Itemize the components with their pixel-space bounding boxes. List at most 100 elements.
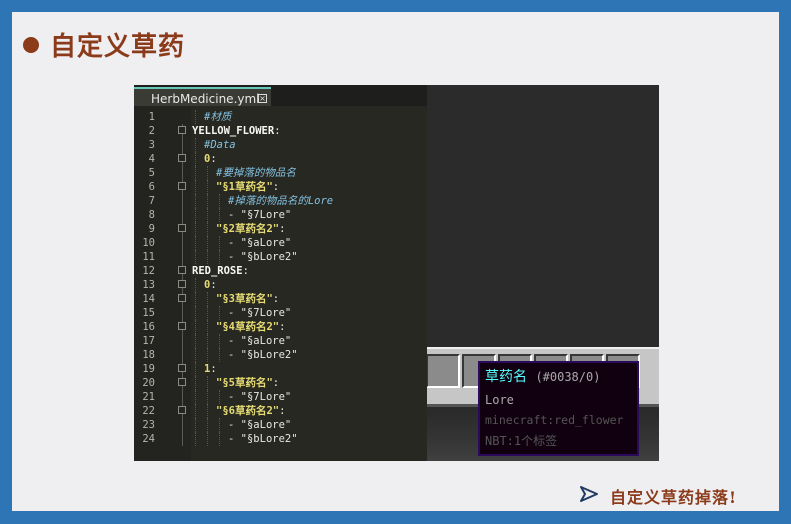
code-line[interactable]: 15 - "§7Lore" bbox=[134, 306, 427, 320]
indent-guide bbox=[195, 180, 197, 194]
indent-guide bbox=[195, 334, 197, 348]
indent-guide bbox=[195, 110, 197, 124]
fold-guide bbox=[182, 432, 183, 446]
indent-guide bbox=[207, 334, 209, 348]
indent-guide bbox=[207, 208, 209, 222]
code-token: : bbox=[272, 377, 280, 389]
code-token: - bbox=[228, 237, 241, 249]
code-token: - bbox=[228, 391, 241, 403]
fold-toggle-icon[interactable] bbox=[178, 294, 186, 302]
code-token: "§aLore" bbox=[240, 419, 292, 431]
code-line[interactable]: 19 1: bbox=[134, 362, 427, 376]
code-line[interactable]: 3 #Data bbox=[134, 138, 427, 152]
fold-toggle-icon[interactable] bbox=[178, 280, 186, 288]
arrow-icon bbox=[580, 486, 598, 502]
line-number: 15 bbox=[142, 307, 155, 319]
indent-guide bbox=[195, 320, 197, 334]
code-text: - "§bLore2" bbox=[228, 250, 298, 264]
code-line[interactable]: 4 0: bbox=[134, 152, 427, 166]
close-icon[interactable]: × bbox=[258, 94, 267, 103]
code-text: - "§aLore" bbox=[228, 418, 291, 432]
indent-guide bbox=[219, 306, 221, 320]
code-token: : bbox=[272, 181, 280, 193]
code-token: : bbox=[242, 265, 249, 277]
code-token: : bbox=[272, 293, 280, 305]
fold-toggle-icon[interactable] bbox=[178, 154, 186, 162]
fold-toggle-icon[interactable] bbox=[178, 406, 186, 414]
code-token: : bbox=[274, 125, 281, 137]
code-line[interactable]: 8 - "§7Lore" bbox=[134, 208, 427, 222]
code-line[interactable]: 18 - "§bLore2" bbox=[134, 348, 427, 362]
indent-guide bbox=[195, 404, 197, 418]
fold-toggle-icon[interactable] bbox=[178, 126, 186, 134]
code-line[interactable]: 17 - "§aLore" bbox=[134, 334, 427, 348]
indent-guide bbox=[207, 432, 209, 446]
fold-toggle-icon[interactable] bbox=[178, 224, 186, 232]
code-text: - "§bLore2" bbox=[228, 348, 298, 362]
indent-guide bbox=[195, 194, 197, 208]
code-token: - bbox=[228, 335, 241, 347]
code-token: "§4草药名2" bbox=[216, 321, 280, 333]
line-number: 21 bbox=[142, 391, 155, 403]
code-token: "§2草药名2" bbox=[216, 223, 280, 235]
fold-toggle-icon[interactable] bbox=[178, 322, 186, 330]
code-token: "§7Lore" bbox=[240, 209, 292, 221]
code-token: : bbox=[210, 279, 217, 291]
code-token: "§aLore" bbox=[240, 335, 292, 347]
code-text: "§4草药名2": bbox=[216, 320, 285, 334]
code-line[interactable]: 22 "§6草药名2": bbox=[134, 404, 427, 418]
indent-guide bbox=[219, 194, 221, 208]
tooltip-nbt: NBT:1个标签 bbox=[485, 434, 558, 448]
fold-toggle-icon[interactable] bbox=[178, 266, 186, 274]
item-tooltip: 草药名 (#0038/0) Lore minecraft:red_flower … bbox=[478, 361, 639, 456]
code-token: "§bLore2" bbox=[240, 251, 298, 263]
indent-guide bbox=[207, 194, 209, 208]
indent-guide bbox=[207, 292, 209, 306]
code-text: "§5草药名": bbox=[216, 376, 279, 390]
code-editor[interactable]: HerbMedicine.yml × 1 #材质 2 YELLOW_FLOWER: 3 #… bbox=[134, 85, 427, 461]
code-line[interactable]: 24 - "§bLore2" bbox=[134, 432, 427, 446]
indent-guide bbox=[195, 138, 197, 152]
code-line[interactable]: 13 0: bbox=[134, 278, 427, 292]
inventory-slot[interactable] bbox=[426, 354, 460, 388]
code-token: "§6草药名2" bbox=[216, 405, 280, 417]
line-number: 12 bbox=[142, 265, 155, 277]
code-line[interactable]: 6 "§1草药名": bbox=[134, 180, 427, 194]
code-line[interactable]: 10 - "§aLore" bbox=[134, 236, 427, 250]
code-content[interactable]: 1 #材质 2 YELLOW_FLOWER: 3 #Data 4 0: 5 #要掉落的物品名 6 "§… bbox=[134, 110, 427, 446]
indent-guide bbox=[207, 166, 209, 180]
code-line[interactable]: 5 #要掉落的物品名 bbox=[134, 166, 427, 180]
code-line[interactable]: 23 - "§aLore" bbox=[134, 418, 427, 432]
fold-toggle-icon[interactable] bbox=[178, 182, 186, 190]
fold-toggle-icon[interactable] bbox=[178, 378, 186, 386]
line-number: 24 bbox=[142, 433, 155, 445]
fold-guide bbox=[182, 250, 183, 264]
line-number: 20 bbox=[142, 377, 155, 389]
code-line[interactable]: 21 - "§7Lore" bbox=[134, 390, 427, 404]
tooltip-registry-name: minecraft:red_flower bbox=[485, 413, 624, 427]
code-line[interactable]: 12 RED_ROSE: bbox=[134, 264, 427, 278]
fold-toggle-icon[interactable] bbox=[178, 364, 186, 372]
code-token: - bbox=[228, 433, 241, 445]
line-number: 23 bbox=[142, 419, 155, 431]
code-line[interactable]: 2 YELLOW_FLOWER: bbox=[134, 124, 427, 138]
code-token: : bbox=[210, 153, 217, 165]
code-line[interactable]: 11 - "§bLore2" bbox=[134, 250, 427, 264]
tab-herbmedicine-yml[interactable]: HerbMedicine.yml × bbox=[134, 87, 271, 106]
code-line[interactable]: 1 #材质 bbox=[134, 110, 427, 124]
page-title: 自定义草药 bbox=[50, 32, 186, 62]
indent-guide bbox=[219, 418, 221, 432]
line-number: 19 bbox=[142, 363, 155, 375]
code-text: #材质 bbox=[204, 110, 231, 124]
code-token: "§1草药名" bbox=[216, 181, 273, 193]
code-token: "§bLore2" bbox=[240, 433, 298, 445]
fold-guide bbox=[182, 418, 183, 432]
fold-guide bbox=[182, 166, 183, 180]
code-line[interactable]: 16 "§4草药名2": bbox=[134, 320, 427, 334]
code-text: - "§7Lore" bbox=[228, 390, 291, 404]
code-line[interactable]: 9 "§2草药名2": bbox=[134, 222, 427, 236]
code-line[interactable]: 7 #掉落的物品名的Lore bbox=[134, 194, 427, 208]
code-token: - bbox=[228, 209, 241, 221]
code-line[interactable]: 14 "§3草药名": bbox=[134, 292, 427, 306]
code-line[interactable]: 20 "§5草药名": bbox=[134, 376, 427, 390]
